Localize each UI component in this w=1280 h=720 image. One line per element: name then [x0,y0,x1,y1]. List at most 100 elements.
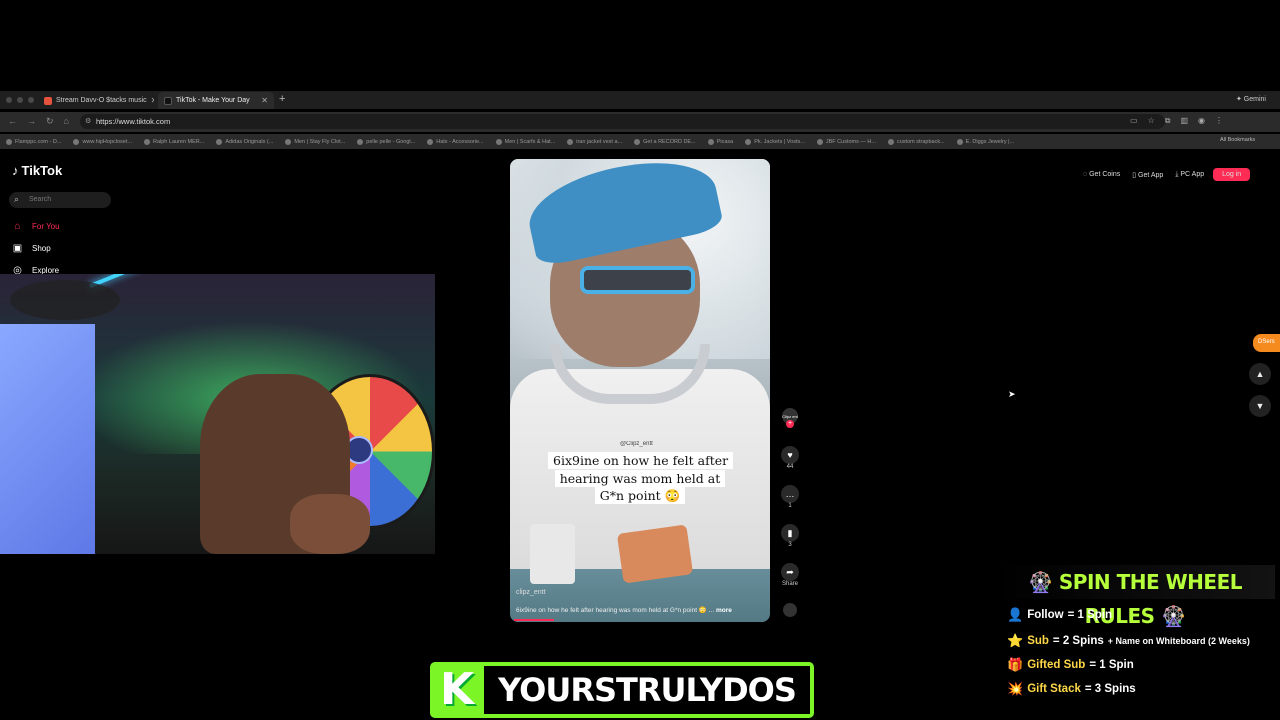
like-button[interactable]: ♥ 44 [778,446,802,470]
url-input[interactable]: ⚙ https://www.tiktok.com [80,114,1165,129]
bookmark-favicon-icon [216,138,223,145]
rule-value: = 2 Spins [1052,635,1104,647]
forward-icon[interactable]: → [27,116,36,127]
label: Get Coins [1089,171,1121,178]
rules-title: 🎡 SPIN THE WHEEL RULES 🎡 [995,565,1275,628]
bookmark-label: Flamppc.com - D... [15,138,62,145]
site-info-icon[interactable]: ⚙ [85,117,91,125]
gift-icon: 🎁 [1007,657,1024,672]
rule-value: = 1 Spin [1067,609,1113,621]
tab-stream[interactable]: Stream Davv-O $tacks music ✕ [38,92,154,109]
profile-icon[interactable]: ◉ [1198,116,1205,126]
sidebar-icon[interactable]: ▥ [1180,116,1188,126]
video-progress-bar[interactable] [514,619,554,621]
bookmark-favicon-icon [73,138,80,145]
new-tab-button[interactable]: + [279,93,285,105]
bookmark-favicon-icon [285,138,292,145]
bookmark-item[interactable]: Adidas Originals (... [216,138,273,145]
nav-shop[interactable]: ▣ Shop [12,243,51,254]
pc-app-button[interactable]: ⤓ PC App [1172,169,1207,181]
bookmark-item[interactable]: Hats - Accessorie... [427,138,484,145]
bookmark-label: Picasa [716,138,734,145]
bookmark-favicon-icon [707,138,714,145]
bookmark-label: custom strapback... [896,138,945,145]
bookmark-item[interactable]: Men | Scarfs & Hat... [495,138,555,145]
bookmark-label: www.hipHopcloset... [82,138,132,145]
comment-button[interactable]: … 1 [778,485,802,509]
tab-tiktok[interactable]: TikTok - Make Your Day ✕ [158,92,274,109]
bookmark-item[interactable]: custom strapback... [887,138,945,145]
label: Get App [1138,171,1164,179]
streamer-hands [290,494,370,554]
bookmark-item[interactable]: Pk. Jackets | Vosts... [745,138,805,145]
star-icon[interactable]: ☆ [1148,116,1155,126]
webcam-feed [0,274,435,554]
bookmark-label: Ralph Lauren MER... [152,138,205,145]
bookmark-item[interactable]: Flamppc.com - D... [6,138,62,145]
get-coins-button[interactable]: ◌ Get Coins [1080,169,1123,180]
video-username[interactable]: clipz_entt [516,589,546,596]
bookmark-label: Men | Stay Fly Clot... [294,138,346,145]
rule-key: Sub [1027,635,1049,647]
channel-name: YOURSTRULYDOS [484,666,810,714]
bookmark-item[interactable]: E. Diggs Jewelry |... [956,138,1014,145]
previous-video-button[interactable]: ▲ [1249,363,1271,385]
bookmark-favicon-icon [634,138,641,145]
bookmark-button[interactable]: ▮ 3 [778,524,802,548]
explosion-icon: 💥 [1007,681,1024,696]
close-icon[interactable]: ✕ [261,96,268,105]
video-player[interactable] [510,159,770,622]
person-icon: 👤 [1007,607,1024,622]
search-input[interactable]: ⌕ Search [9,192,111,208]
get-app-button[interactable]: ▯ Get App [1129,169,1166,181]
rule-value: = 1 Spin [1089,659,1134,671]
extensions-icon[interactable]: ⧉ [1165,116,1171,126]
tiktok-logo[interactable]: ♪ TikTok [12,163,62,178]
creator-avatar[interactable]: Clipz ent + [778,408,802,428]
install-icon[interactable]: ▭ [1130,116,1138,126]
bookmark-item[interactable]: Picasa [707,138,734,145]
rule-row: 🎁 Gifted Sub = 1 Spin [1007,657,1134,673]
rule-extra: + Name on Whiteboard (2 Weeks) [1107,636,1250,646]
bookmark-count: 3 [788,542,792,548]
bookmark-item[interactable]: Men | Stay Fly Clot... [285,138,346,145]
all-bookmarks-button[interactable]: All Bookmarks [1220,137,1255,143]
dsers-extension-tab[interactable]: DSers [1253,334,1280,352]
share-button[interactable]: ➦ Share [778,563,802,587]
back-icon[interactable]: ← [8,116,17,127]
reload-icon[interactable]: ↻ [46,116,54,127]
home-icon[interactable]: ⌂ [64,116,69,127]
close-icon[interactable]: ✕ [151,96,154,105]
login-button[interactable]: Log in [1213,168,1251,181]
bookmark-item[interactable]: www.hipHopcloset... [73,138,132,145]
window-controls[interactable] [6,97,34,103]
bookmark-favicon-icon [495,138,502,145]
bookmark-item[interactable]: JBF Customs — H... [816,138,876,145]
bookmark-item[interactable]: Ralph Lauren MER... [143,138,205,145]
share-icon: ➦ [781,563,799,581]
tab-title: Stream Davv-O $tacks music [56,97,147,104]
rule-row: 👤 Follow = 1 Spin [1007,607,1112,623]
rule-key: Gifted Sub [1027,659,1086,671]
menu-icon[interactable]: ⋮ [1215,116,1223,126]
rule-key: Gift Stack [1027,683,1081,695]
nav-for-you[interactable]: ⌂ For You [12,221,59,232]
next-video-button[interactable]: ▼ [1249,395,1271,417]
bookmark-favicon-icon [816,138,823,145]
toolbar-icons: ▭ ☆ ⧉ ▥ ◉ ⋮ [1130,116,1223,126]
bookmark-label: Pk. Jackets | Vosts... [754,138,805,145]
music-disc[interactable] [778,603,802,617]
video-subject-glasses [580,266,695,294]
bookmark-item[interactable]: pelle pelle - Googl... [357,138,415,145]
gemini-button[interactable]: ✦ Gemini [1236,95,1266,103]
follow-plus-icon[interactable]: + [786,420,794,428]
more-link[interactable]: more [716,607,732,614]
bookmark-icon: ▮ [781,524,799,542]
bookmark-item[interactable]: iran jacket vest a... [567,138,622,145]
comment-count: 1 [788,503,792,509]
rule-row: ⭐ Sub = 2 Spins + Name on Whiteboard (2 … [1007,633,1250,649]
bookmark-item[interactable]: Get a RECORD DE... [634,138,696,145]
music-disc-icon [783,603,797,617]
shop-icon: ▣ [12,243,23,254]
rule-row: 💥 Gift Stack = 3 Spins [1007,681,1136,697]
